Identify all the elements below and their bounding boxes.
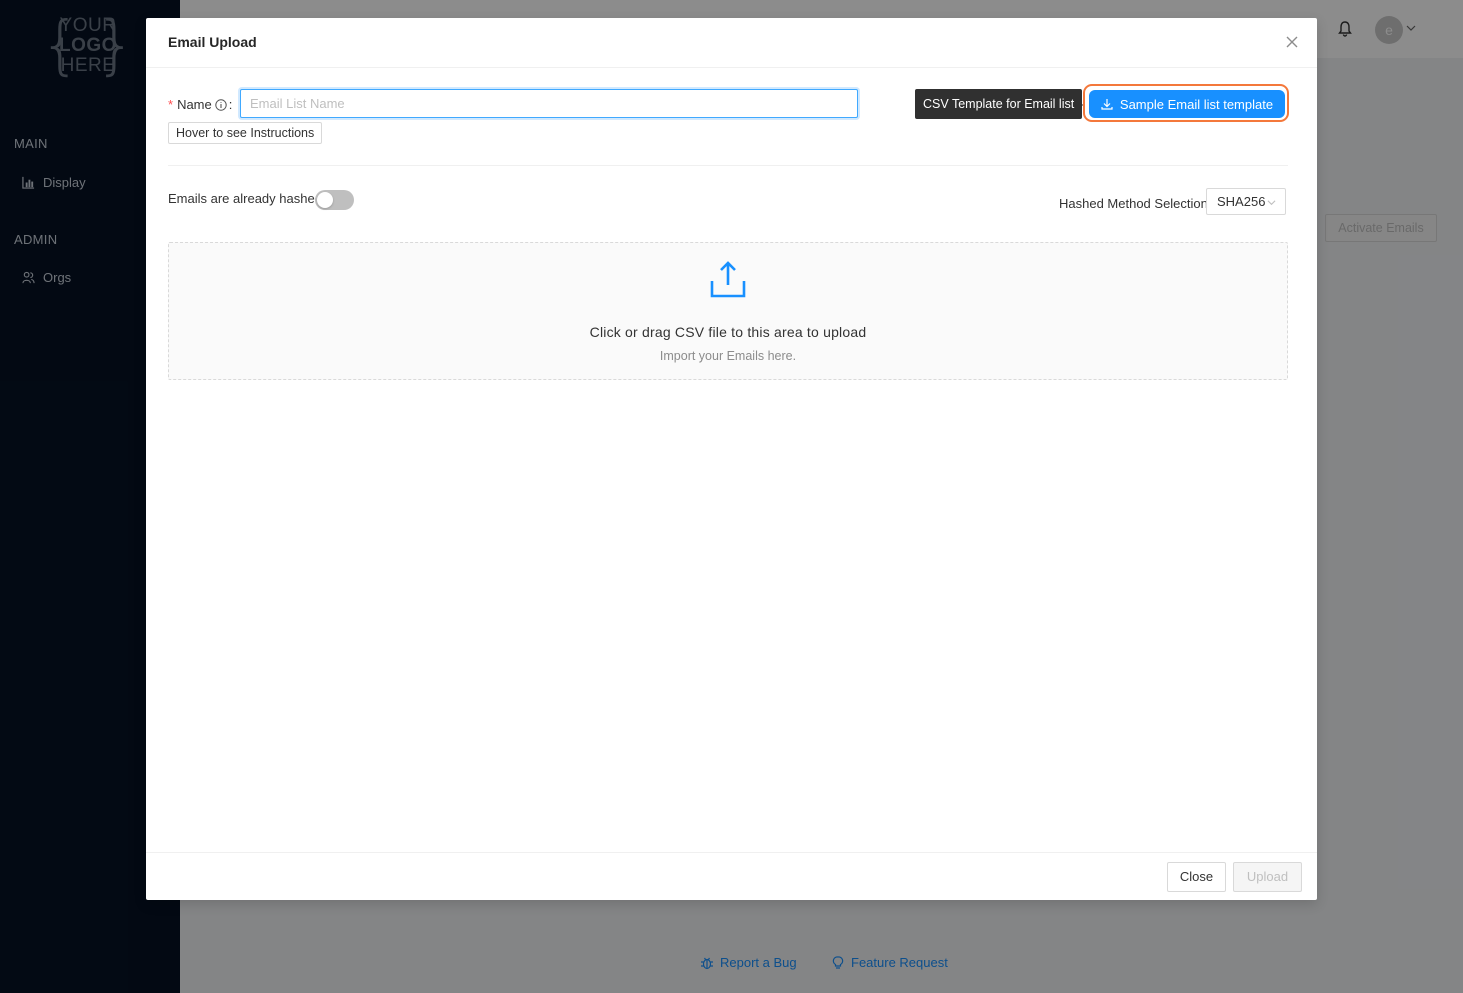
hashed-label: Emails are already hashed [168, 191, 322, 206]
chevron-down-icon [1267, 200, 1276, 206]
close-button[interactable]: Close [1167, 862, 1226, 892]
name-label-colon: : [228, 97, 233, 112]
modal-title: Email Upload [168, 34, 257, 50]
email-upload-modal: Email Upload * Name : Hover to see Instr… [146, 18, 1317, 900]
hash-method-value: SHA256 [1217, 194, 1266, 209]
hash-method-label: Hashed Method Selection [1059, 196, 1208, 211]
modal-footer: Close Upload [146, 852, 1317, 900]
csv-template-tooltip: CSV Template for Email list [915, 89, 1083, 119]
sample-email-template-button[interactable]: Sample Email list template [1089, 90, 1285, 118]
info-icon[interactable] [215, 98, 227, 111]
required-marker: * [168, 97, 174, 112]
email-list-name-input[interactable] [240, 89, 858, 118]
hover-instructions[interactable]: Hover to see Instructions [168, 122, 323, 144]
upload-icon [710, 261, 746, 298]
close-icon[interactable] [1285, 35, 1299, 49]
divider [168, 165, 1288, 166]
dropzone-text: Click or drag CSV file to this area to u… [589, 324, 867, 340]
csv-dropzone[interactable]: Click or drag CSV file to this area to u… [168, 242, 1288, 380]
hashed-toggle[interactable] [315, 190, 354, 210]
name-label: * Name : [168, 97, 232, 112]
modal-header: Email Upload [146, 18, 1317, 68]
upload-button[interactable]: Upload [1233, 862, 1302, 892]
download-icon [1101, 99, 1113, 110]
hash-method-select[interactable]: SHA256 [1206, 188, 1286, 215]
toggle-knob [317, 192, 333, 208]
dropzone-hint: Import your Emails here. [659, 349, 797, 363]
name-label-text: Name [177, 97, 212, 112]
sample-button-label: Sample Email list template [1119, 96, 1274, 112]
